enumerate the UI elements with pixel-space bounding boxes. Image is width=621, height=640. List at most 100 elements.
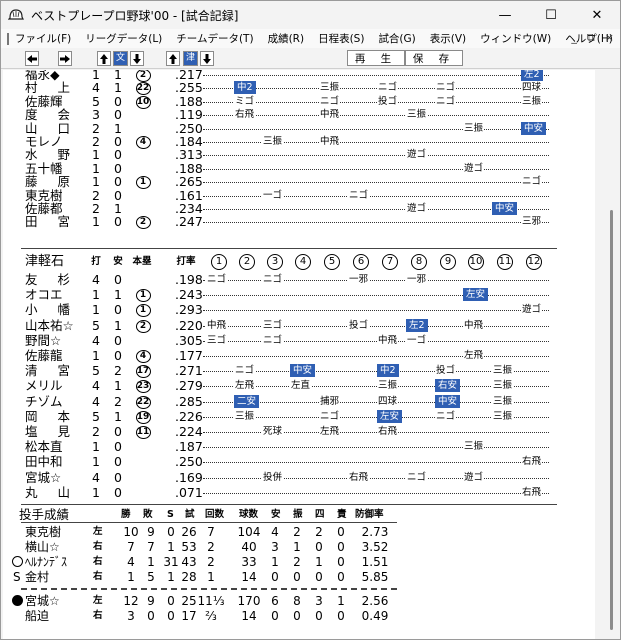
mdi-minimize-button[interactable]: _: [571, 31, 577, 45]
menu-window[interactable]: ウィンドウ(W): [480, 31, 551, 46]
hit-result-badge: 中安: [492, 202, 518, 215]
batting-average: .243: [175, 287, 203, 303]
pitch-stat-er: 0: [337, 609, 345, 623]
pitch-stat-w: 4: [127, 555, 135, 569]
pitch-stat-s: 1: [167, 570, 175, 584]
pitch-stat-w: 10: [123, 525, 139, 539]
home-runs: 22: [135, 395, 151, 409]
at-bat-result: ニゴ: [234, 364, 256, 378]
pitch-stat-np: 14: [241, 609, 257, 623]
at-bat-track: [203, 295, 549, 297]
pitch-header-so: 振: [293, 509, 303, 520]
at-bat-result: 三振: [463, 440, 485, 454]
at-bat-track: [203, 356, 549, 357]
minimize-button[interactable]: —: [482, 1, 528, 29]
pitch-stat-s: 1: [167, 540, 175, 554]
section-divider: [21, 248, 557, 249]
home-runs: 23: [135, 380, 151, 394]
pitching-divider: [21, 588, 397, 590]
batting-average: .293: [175, 302, 203, 318]
game-record-view: 福永◆ 1 1 2.217 左2 村上 4 1 22.255 中2 三振 ニゴ ニゴ 四球 佐藤輝 5 0 10.…: [3, 70, 595, 639]
at-bat-result: 左飛: [319, 425, 341, 438]
arrow-left-button[interactable]: [25, 51, 39, 66]
pitch-stat-so: 1: [293, 540, 301, 554]
arrow-up-button-2[interactable]: [166, 51, 180, 66]
maximize-button[interactable]: ☐: [528, 1, 574, 29]
menu-bar: ファイル(F) リーグデータ(L) チームデータ(T) 成績(R) 日程表(S)…: [1, 29, 620, 48]
inning-10-header: 10: [468, 254, 484, 270]
hits: 0: [114, 469, 122, 485]
pitcher-hand: 右: [93, 571, 103, 582]
pitch-stat-l: 0: [147, 609, 155, 623]
hits: 0: [114, 302, 122, 318]
batter-name: 丸山: [25, 484, 91, 500]
at-bat-track: [203, 280, 549, 281]
pitch-stat-bb: 1: [315, 555, 323, 569]
pitch-stat-so: 0: [293, 570, 301, 584]
at-bat-result: 三邪: [521, 215, 543, 229]
pitcher-row: 宮城☆ 左 12 9 0 25 11⅓ 170 6 8 3 1 2.56: [3, 594, 403, 608]
arrow-up-button[interactable]: [97, 51, 111, 66]
team1-toggle[interactable]: 文: [113, 51, 128, 66]
pitch-stat-np: 104: [237, 525, 261, 539]
pitch-stat-bb: 3: [315, 594, 323, 608]
at-bat-track: [203, 168, 549, 170]
at-bat-result: ニゴ: [435, 409, 457, 423]
arrow-down-button[interactable]: [130, 51, 144, 66]
inning-1-header: 1: [211, 254, 227, 270]
arrow-down-button-2[interactable]: [200, 51, 214, 66]
mdi-restore-button[interactable]: ⧉: [587, 31, 595, 45]
baseball-cap-icon: [8, 7, 24, 23]
menu-team-data[interactable]: チームデータ(T): [176, 31, 253, 46]
batting-average: .305: [175, 332, 203, 348]
at-bats: 4: [92, 272, 100, 287]
pitch-header-l: 敗: [143, 509, 153, 520]
document-icon[interactable]: [7, 32, 9, 45]
pitch-stat-h: 4: [271, 525, 279, 539]
pitch-stat-g: 28: [181, 570, 197, 584]
at-bat-result: 一邪: [348, 273, 370, 286]
save-button[interactable]: 保 存: [405, 50, 463, 66]
pitch-stat-h: 6: [271, 594, 279, 608]
at-bat-result: 中飛: [463, 318, 485, 332]
pitcher-hand: 左: [93, 595, 103, 606]
scrollbar-thumb[interactable]: [610, 210, 613, 630]
batter-row: 清宮 5 2 17 .271 ニゴ 中安 中2 投ゴ 三振: [3, 364, 595, 379]
batter-name: 佐藤龍: [25, 348, 63, 363]
home-runs: 19: [135, 410, 151, 424]
menu-file[interactable]: ファイル(F): [15, 31, 71, 46]
at-bat-result: ニゴ: [377, 81, 399, 95]
at-bat-track: [203, 477, 549, 479]
mdi-close-button[interactable]: ×: [605, 31, 614, 45]
menu-stats[interactable]: 成績(R): [268, 31, 305, 46]
batting-average: .198: [175, 272, 203, 287]
team2-toggle[interactable]: 津: [183, 51, 198, 66]
vertical-scrollbar[interactable]: [597, 70, 619, 639]
at-bat-result: ニゴ: [435, 81, 457, 95]
hit-result-badge: 左安: [377, 409, 403, 423]
batter-name: 塩見: [25, 424, 91, 439]
at-bat-result: 右飛: [521, 455, 543, 469]
at-bat-result: ニゴ: [262, 333, 284, 347]
pitch-header-w: 勝: [121, 509, 131, 520]
menu-league-data[interactable]: リーグデータ(L): [85, 31, 162, 46]
at-bat-result: 投ゴ: [348, 318, 370, 332]
close-button[interactable]: ✕: [574, 1, 620, 29]
pitch-stat-bb: 0: [315, 570, 323, 584]
hit-result-badge: 中2: [234, 81, 256, 95]
batter-row: 田宮 1 0 2 .247 三邪: [3, 215, 595, 230]
menu-view[interactable]: 表示(V): [430, 31, 466, 46]
hit-result-badge: 左2: [406, 318, 428, 332]
pitcher-name: 横山☆: [25, 540, 60, 554]
play-button[interactable]: 再 生: [347, 50, 405, 66]
at-bat-result: 投ゴ: [435, 364, 457, 378]
at-bat-result: 右飛: [377, 425, 399, 438]
at-bat-track: [203, 155, 549, 157]
menu-schedule[interactable]: 日程表(S): [318, 31, 364, 46]
arrow-right-button[interactable]: [58, 51, 72, 66]
inning-3-header: 3: [267, 254, 283, 270]
pitch-stat-so: 2: [293, 525, 301, 539]
home-runs: 10: [135, 95, 151, 109]
menu-game[interactable]: 試合(G): [378, 31, 415, 46]
pitching-title: 投手成績: [19, 507, 70, 522]
